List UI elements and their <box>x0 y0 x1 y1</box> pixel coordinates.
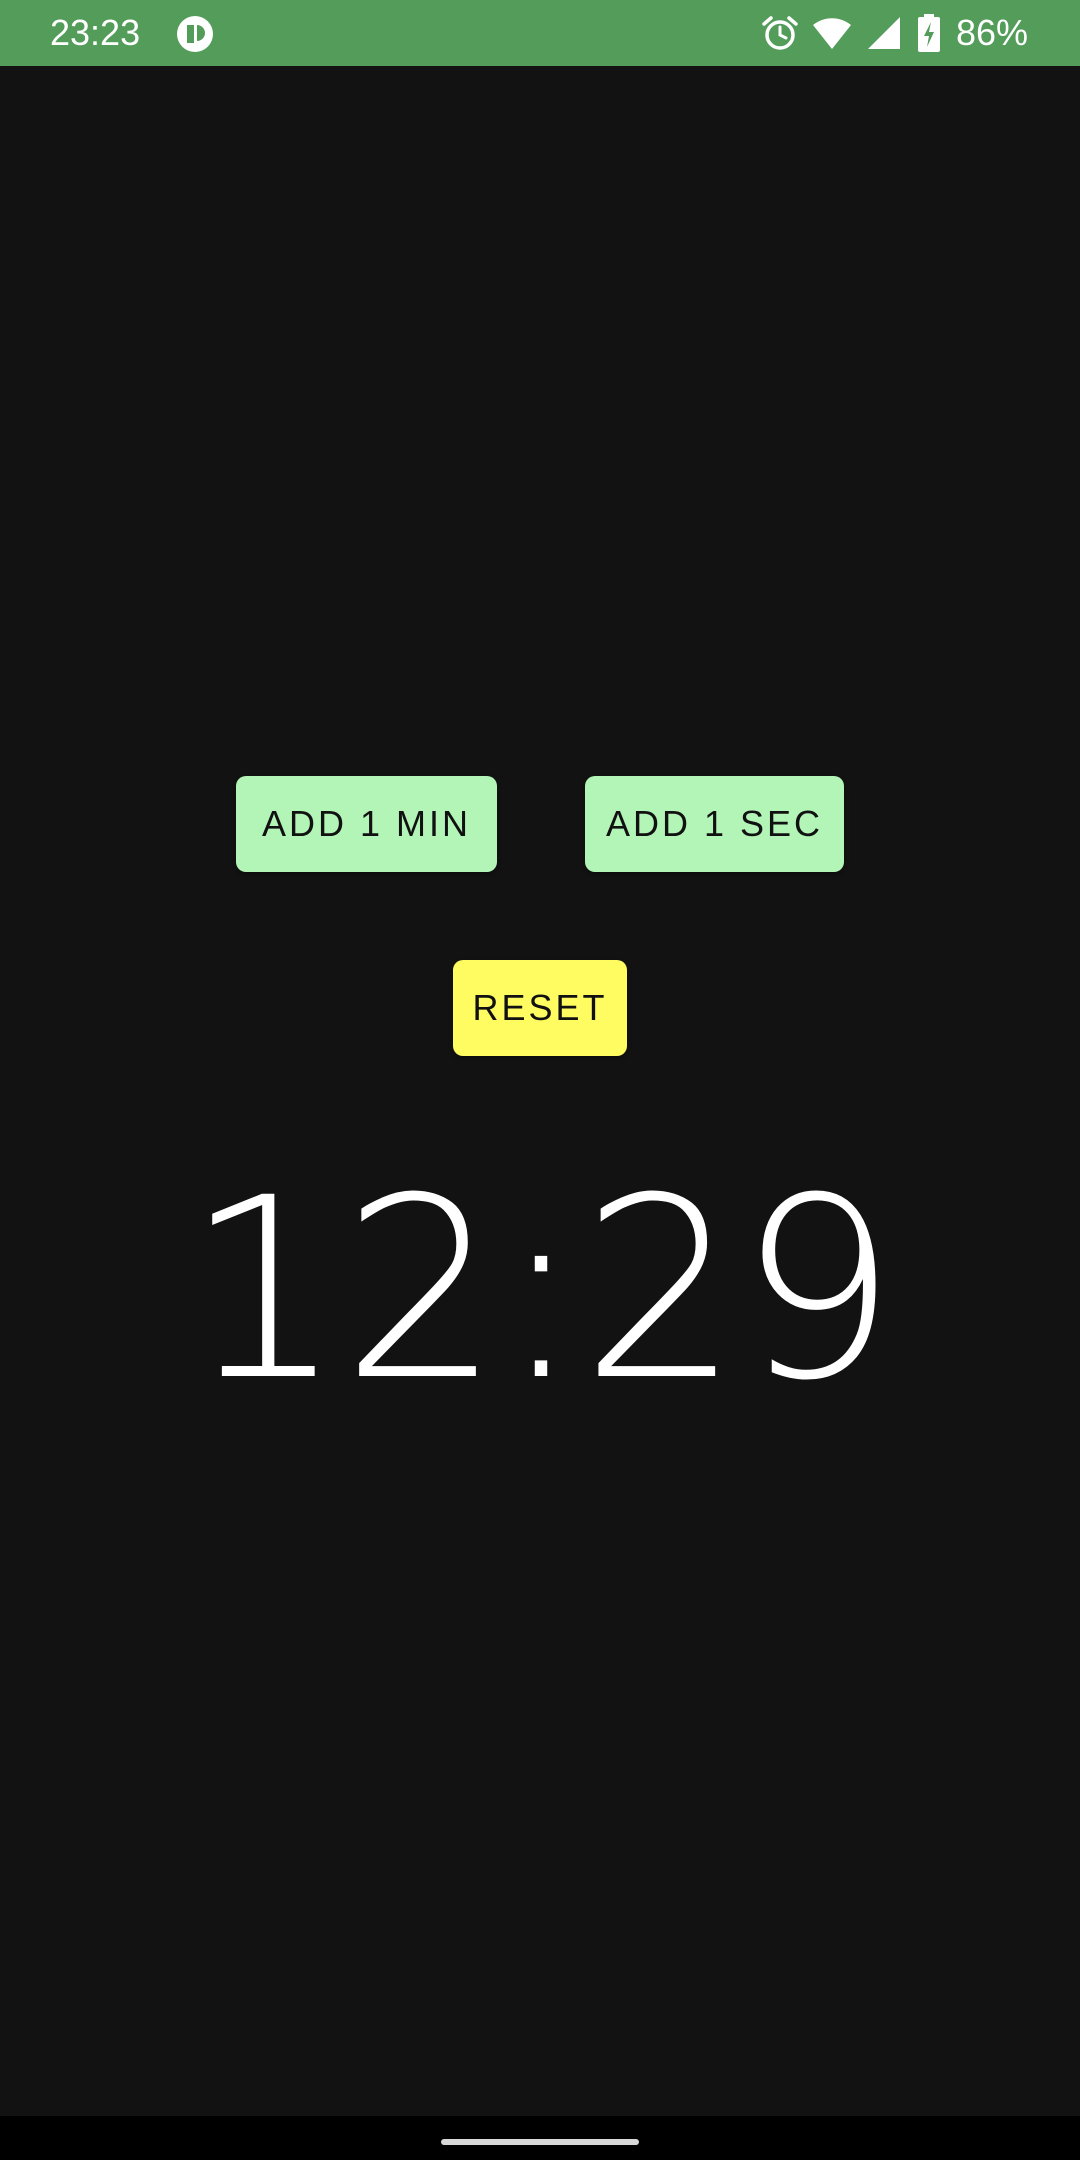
battery-percent: 86% <box>955 12 1028 53</box>
home-gesture-handle[interactable] <box>441 2139 639 2145</box>
alarm-icon <box>762 16 798 50</box>
navigation-bar <box>0 2116 1080 2160</box>
cell-signal-icon <box>867 17 900 49</box>
timer-display: 12:29 <box>184 1144 897 1435</box>
battery-charging-icon <box>917 14 940 52</box>
wifi-icon <box>812 18 851 49</box>
app-notification-icon <box>177 16 213 52</box>
status-bar: 23:23 86% <box>0 0 1080 66</box>
timer-screen: 23:23 86% ADD 1 MIN ADD 1 SEC RESET 12:2… <box>0 0 1080 2160</box>
reset-button[interactable]: RESET <box>453 960 627 1056</box>
status-icons: 86% <box>760 11 1028 55</box>
add-1-sec-button[interactable]: ADD 1 SEC <box>585 776 844 872</box>
status-time: 23:23 <box>50 12 141 53</box>
add-1-min-button[interactable]: ADD 1 MIN <box>236 776 497 872</box>
